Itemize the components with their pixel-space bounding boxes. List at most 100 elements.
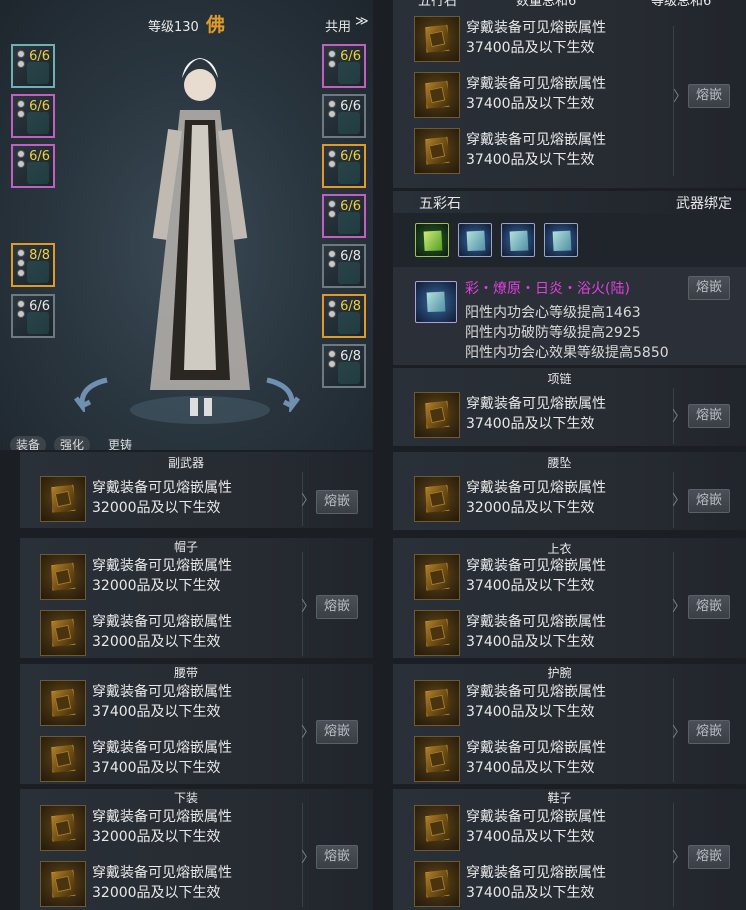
gem-quality: 37400品及以下生效	[466, 634, 595, 650]
gem-slot[interactable]	[40, 736, 86, 782]
gem-row: 穿戴装备可见熔嵌属性 32000品及以下生效	[40, 803, 300, 859]
inlay-button[interactable]: 熔嵌	[316, 720, 358, 744]
gem-hint: 穿戴装备可见熔嵌属性	[92, 480, 232, 496]
equip-slot-right-1[interactable]: 6/6	[322, 44, 366, 88]
equip-slot-right-4[interactable]: 6/6	[322, 194, 366, 238]
gem-slot[interactable]	[414, 16, 460, 62]
gem-slot[interactable]	[414, 128, 460, 174]
tab-enhance[interactable]: 强化	[54, 436, 91, 450]
five-element-title: 五行石	[418, 0, 458, 9]
slot-count: 6/6	[340, 199, 361, 214]
wucai-gem-list	[393, 213, 746, 267]
gem-slot[interactable]	[414, 861, 460, 907]
rotate-right-icon[interactable]	[262, 372, 302, 412]
inlay-button[interactable]: 熔嵌	[316, 845, 358, 869]
equip-slot-left-3[interactable]: 6/6	[11, 144, 55, 188]
slot-count: 8/8	[29, 248, 50, 263]
gem-slot[interactable]	[40, 554, 86, 600]
gem-slot[interactable]	[414, 610, 460, 656]
inlay-button[interactable]: 熔嵌	[688, 276, 730, 300]
section-shoes: 鞋子 穿戴装备可见熔嵌属性 37400品及以下生效 穿戴装备可见熔嵌属性 374…	[393, 789, 746, 910]
gem-hint: 穿戴装备可见熔嵌属性	[92, 684, 232, 700]
share-arrow-icon: ≫	[355, 14, 369, 29]
equip-slot-left-2[interactable]: 6/6	[11, 94, 55, 138]
equip-slot-left-5[interactable]: 6/6	[11, 294, 55, 338]
chevron-right-icon: 〉	[301, 599, 315, 615]
gem-blue-icon[interactable]	[544, 223, 578, 257]
gem-quality: 32000品及以下生效	[92, 500, 221, 516]
equip-slot-left-1[interactable]: 6/6	[11, 44, 55, 88]
gem-hint: 穿戴装备可见熔嵌属性	[466, 740, 606, 756]
equip-slot-right-6[interactable]: 6/8	[322, 294, 366, 338]
gem-quality: 37400品及以下生效	[92, 704, 221, 720]
section-pendant: 腰坠 穿戴装备可见熔嵌属性 32000品及以下生效 〉 熔嵌	[393, 452, 746, 530]
gem-green-icon[interactable]	[415, 223, 449, 257]
selected-gem-icon[interactable]	[415, 281, 457, 323]
gem-quality: 37400品及以下生效	[466, 416, 595, 432]
selected-gem-name: 彩・燎原・日炎・浴火(陆)	[465, 281, 630, 297]
gem-slot[interactable]	[414, 72, 460, 118]
equip-slot-right-7[interactable]: 6/8	[322, 344, 366, 388]
inlay-button[interactable]: 熔嵌	[688, 84, 730, 108]
character-figure	[130, 58, 270, 424]
selected-gem-attr-3: 阳性内功会心效果等级提高5850	[465, 345, 669, 361]
gem-slot[interactable]	[40, 805, 86, 851]
slot-count: 6/8	[340, 349, 361, 364]
gem-row: 穿戴装备可见熔嵌属性 37400品及以下生效	[40, 678, 300, 734]
equip-slot-right-3[interactable]: 6/6	[322, 144, 366, 188]
gem-row: 穿戴装备可见熔嵌属性 32000品及以下生效	[40, 474, 300, 530]
equip-slot-right-5[interactable]: 6/8	[322, 244, 366, 288]
wucai-selected: 彩・燎原・日炎・浴火(陆) 阳性内功会心等级提高1463 阳性内功破防等级提高2…	[393, 267, 746, 365]
gem-hint: 穿戴装备可见熔嵌属性	[466, 132, 606, 148]
gem-hint: 穿戴装备可见熔嵌属性	[466, 480, 606, 496]
tab-equip[interactable]: 装备	[10, 436, 47, 450]
five-element-level: 等级总和6	[651, 0, 712, 9]
gem-blue-icon[interactable]	[458, 223, 492, 257]
gem-slot[interactable]	[414, 736, 460, 782]
gem-row: 穿戴装备可见熔嵌属性 32000品及以下生效	[414, 474, 674, 530]
inlay-button[interactable]: 熔嵌	[688, 595, 730, 619]
five-element-count: 数量总和6	[516, 0, 577, 9]
inlay-button[interactable]: 熔嵌	[688, 489, 730, 513]
inlay-button[interactable]: 熔嵌	[688, 720, 730, 744]
gem-quality: 37400品及以下生效	[466, 829, 595, 845]
inlay-button[interactable]: 熔嵌	[688, 845, 730, 869]
gem-quality: 32000品及以下生效	[92, 578, 221, 594]
inlay-button[interactable]: 熔嵌	[316, 595, 358, 619]
tab-reforge[interactable]: 更铸 ≫	[102, 436, 150, 450]
gem-slot[interactable]	[40, 610, 86, 656]
gem-slot[interactable]	[40, 861, 86, 907]
gem-slot[interactable]	[414, 805, 460, 851]
chevron-right-icon: 〉	[301, 493, 315, 509]
gem-quality: 37400品及以下生效	[466, 760, 595, 776]
gem-blue-icon[interactable]	[501, 223, 535, 257]
share-button[interactable]: 共用	[325, 16, 351, 35]
wucai-title: 五彩石	[419, 196, 461, 212]
slot-count: 6/6	[340, 49, 361, 64]
gem-slot[interactable]	[414, 680, 460, 726]
section-title: 项链	[547, 372, 572, 386]
gem-slot[interactable]	[414, 476, 460, 522]
equip-tabs: 装备 强化 更铸 ≫	[10, 436, 150, 450]
equip-slot-right-2[interactable]: 6/6	[322, 94, 366, 138]
gem-row: 穿戴装备可见熔嵌属性 37400品及以下生效	[414, 803, 674, 859]
section-belt: 腰带 穿戴装备可见熔嵌属性 37400品及以下生效 穿戴装备可见熔嵌属性 374…	[20, 664, 373, 784]
gem-quality: 37400品及以下生效	[466, 152, 595, 168]
gem-hint: 穿戴装备可见熔嵌属性	[466, 76, 606, 92]
slot-count: 6/8	[340, 299, 361, 314]
equip-slot-left-4[interactable]: 8/8	[11, 243, 55, 287]
chevron-right-icon: 〉	[673, 89, 687, 105]
inlay-button[interactable]: 熔嵌	[316, 490, 358, 514]
inlay-button[interactable]: 熔嵌	[688, 404, 730, 428]
chevron-right-icon: 〉	[672, 493, 686, 509]
rotate-left-icon[interactable]	[72, 372, 112, 412]
section-hat: 帽子 穿戴装备可见熔嵌属性 32000品及以下生效 穿戴装备可见熔嵌属性 320…	[20, 538, 373, 658]
gem-slot[interactable]	[414, 554, 460, 600]
gem-slot[interactable]	[40, 680, 86, 726]
gem-slot[interactable]	[414, 392, 460, 438]
chevron-right-icon: 〉	[301, 850, 315, 866]
gem-quality: 37400品及以下生效	[466, 704, 595, 720]
gem-slot[interactable]	[40, 476, 86, 522]
gem-row: 穿戴装备可见熔嵌属性 37400品及以下生效	[414, 126, 664, 182]
slot-count: 6/8	[340, 249, 361, 264]
